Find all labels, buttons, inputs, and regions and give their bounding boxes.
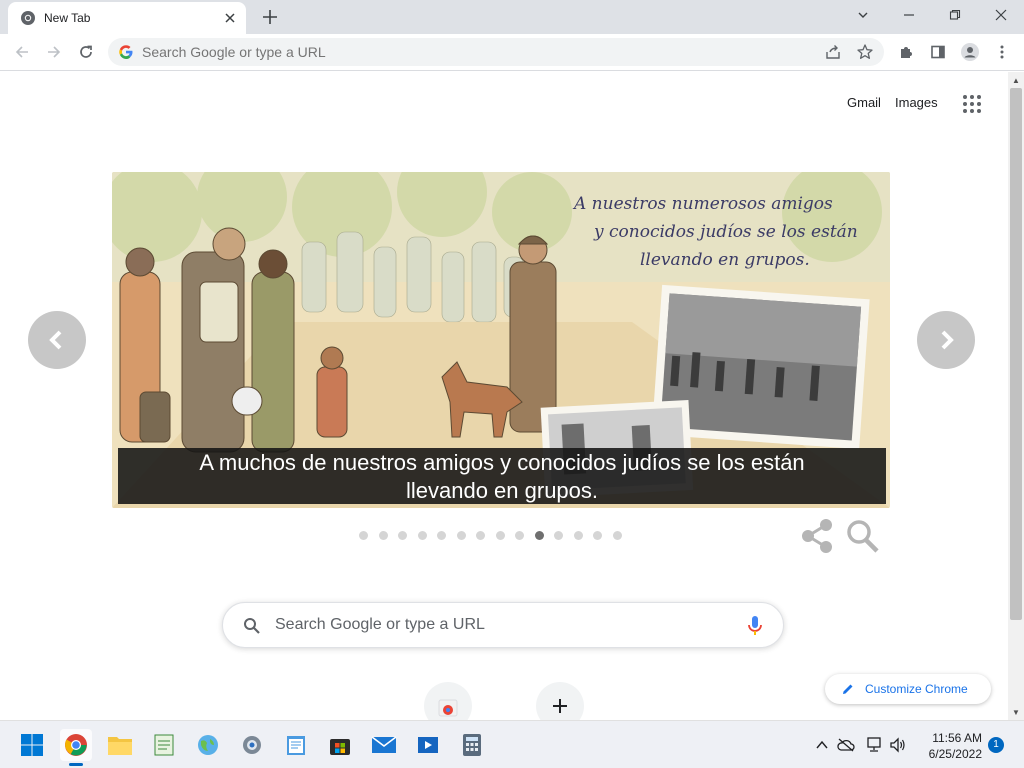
doodle-slide-dot[interactable] — [573, 531, 583, 540]
customize-chrome-button[interactable]: Customize Chrome — [825, 674, 991, 704]
gmail-link[interactable]: Gmail — [847, 95, 881, 110]
doodle-search-icon[interactable] — [846, 518, 880, 554]
tab-strip: New Tab — [0, 0, 1024, 34]
doodle-slide-dot[interactable] — [612, 531, 622, 540]
share-icon[interactable] — [824, 43, 842, 61]
tab-title: New Tab — [44, 11, 91, 25]
customize-chrome-label: Customize Chrome — [865, 682, 968, 696]
side-panel-icon[interactable] — [926, 40, 950, 64]
back-icon[interactable] — [10, 40, 34, 64]
chrome-taskbar-icon[interactable] — [60, 729, 92, 761]
doodle-caption-line-2: llevando en grupos. — [405, 478, 599, 503]
microsoft-store-icon[interactable] — [324, 729, 356, 761]
doodle-caption: A muchos de nuestros amigos y conocidos … — [118, 448, 886, 504]
system-clock[interactable]: 11:56 AM 6/25/2022 — [912, 730, 982, 762]
scrollbar-thumb[interactable] — [1010, 88, 1022, 620]
mail-icon[interactable] — [368, 729, 400, 761]
windows-taskbar: 11:56 AM 6/25/2022 1 — [0, 720, 1024, 768]
doodle-slide-dot[interactable] — [534, 531, 544, 540]
pencil-icon — [843, 684, 853, 694]
google-doodle[interactable]: A nuestros numerosos amigos y conocidos … — [112, 172, 890, 508]
scroll-down-icon[interactable]: ▼ — [1008, 704, 1024, 720]
omnibox[interactable] — [108, 38, 884, 66]
doodle-slide-dot[interactable] — [476, 531, 485, 540]
close-window-icon[interactable] — [979, 0, 1023, 30]
clock-time: 11:56 AM — [932, 731, 982, 745]
images-link[interactable]: Images — [895, 95, 938, 110]
plus-icon — [553, 699, 567, 713]
add-shortcut-button[interactable] — [536, 682, 584, 720]
file-explorer-icon[interactable] — [104, 729, 136, 761]
network-icon[interactable] — [864, 735, 884, 755]
doodle-slide-dot[interactable] — [398, 531, 407, 540]
doodle-slide-dot[interactable] — [515, 531, 524, 540]
notepad-sheet-icon[interactable] — [148, 729, 180, 761]
doodle-slide-dot[interactable] — [593, 531, 602, 540]
calculator-icon[interactable] — [456, 729, 488, 761]
bookmark-star-icon[interactable] — [856, 43, 874, 61]
new-tab-page: Gmail Images A nuestros numerosos amigos… — [0, 72, 1008, 720]
doodle-slide-dot[interactable] — [359, 531, 368, 540]
shortcut-chrome-web-store[interactable] — [424, 682, 472, 720]
doodle-prev-arrow-icon[interactable] — [28, 311, 86, 369]
notification-badge[interactable]: 1 — [988, 737, 1004, 753]
doodle-slide-dot[interactable] — [554, 531, 563, 540]
scroll-up-icon[interactable]: ▲ — [1008, 72, 1024, 88]
doodle-slide-dot[interactable] — [378, 531, 388, 540]
show-hidden-icons-chevron-icon[interactable] — [812, 735, 832, 755]
close-tab-icon[interactable] — [222, 10, 238, 26]
search-icon — [244, 618, 260, 634]
clock-date: 6/25/2022 — [928, 747, 982, 761]
chrome-icon — [21, 11, 35, 25]
volume-icon[interactable] — [888, 735, 908, 755]
doodle-slide-dot[interactable] — [495, 531, 505, 540]
minimize-icon[interactable] — [887, 0, 931, 30]
start-icon[interactable] — [16, 729, 48, 761]
microphone-icon[interactable] — [747, 615, 763, 637]
reload-icon[interactable] — [74, 40, 98, 64]
doodle-handwritten-line-2: y conocidos judíos se los están — [594, 222, 858, 242]
doodle-handwritten-line-1: A nuestros numerosos amigos — [574, 194, 833, 214]
tab-search-chevron-icon[interactable] — [841, 0, 885, 30]
settings-gear-icon[interactable] — [236, 729, 268, 761]
doodle-handwritten-line-3: llevando en grupos. — [640, 250, 810, 270]
forward-icon[interactable] — [42, 40, 66, 64]
doodle-caption-line-1: A muchos de nuestros amigos y conocidos … — [199, 450, 805, 475]
onedrive-offline-icon[interactable] — [836, 735, 856, 755]
doodle-slide-dot[interactable] — [437, 531, 446, 540]
chrome-store-icon — [438, 699, 458, 717]
menu-kebab-icon[interactable] — [990, 40, 1014, 64]
doodle-share-icon[interactable] — [800, 518, 834, 554]
extensions-puzzle-icon[interactable] — [894, 40, 918, 64]
doodle-slide-dot[interactable] — [417, 531, 427, 540]
search-box[interactable] — [222, 602, 784, 648]
search-input[interactable] — [275, 616, 715, 634]
browser-toolbar — [0, 34, 1024, 71]
doodle-slide-dot[interactable] — [456, 531, 466, 540]
google-apps-grid-icon[interactable] — [962, 94, 982, 114]
profile-avatar-icon[interactable] — [958, 40, 982, 64]
notepad-icon[interactable] — [280, 729, 312, 761]
new-tab-plus-icon[interactable] — [258, 6, 282, 28]
restore-icon[interactable] — [933, 0, 977, 30]
doodle-next-arrow-icon[interactable] — [917, 311, 975, 369]
media-player-icon[interactable] — [412, 729, 444, 761]
chrome-active-indicator — [69, 763, 83, 766]
google-g-icon — [119, 45, 133, 59]
omnibox-input[interactable] — [142, 44, 782, 60]
tab-new-tab[interactable]: New Tab — [8, 2, 246, 34]
globe-app-icon[interactable] — [192, 729, 224, 761]
doodle-slide-dots — [359, 531, 622, 541]
